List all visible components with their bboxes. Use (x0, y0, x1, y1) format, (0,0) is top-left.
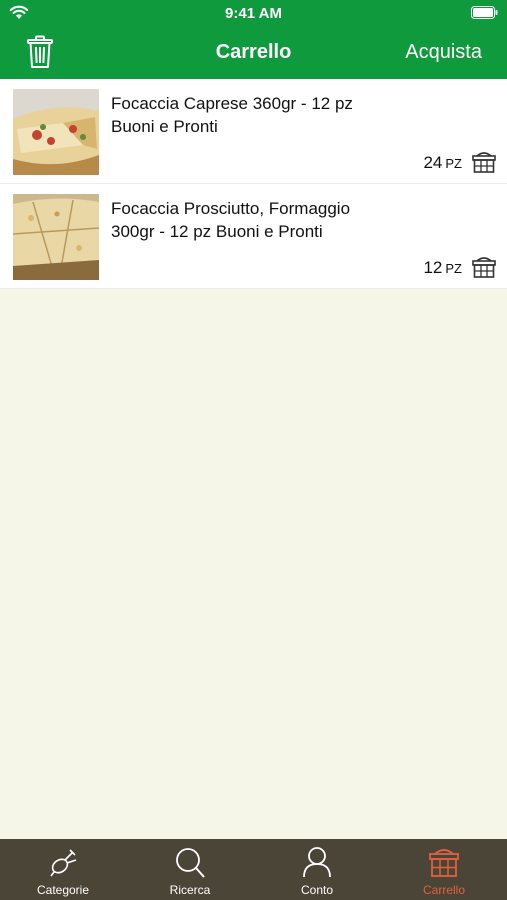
tab-label: Categorie (36, 883, 90, 897)
product-name: Focaccia Caprese 360gr - 12 pz Buoni e P… (111, 94, 353, 136)
cart-item[interactable]: Focaccia Caprese 360gr - 12 pz Buoni e P… (0, 79, 507, 184)
product-image (13, 89, 99, 175)
tab-ricerca[interactable]: Ricerca (127, 839, 253, 900)
product-name: Focaccia Prosciutto, Formaggio 300gr - 1… (111, 199, 351, 241)
tab-carrello[interactable]: Carrello (381, 839, 507, 900)
tab-categorie[interactable]: Categorie (0, 839, 126, 900)
quantity-value: 12 (423, 258, 443, 277)
quantity-unit: PZ (445, 156, 462, 171)
tab-label: Ricerca (169, 883, 211, 897)
user-icon (303, 847, 331, 878)
tab-label: Carrello (422, 883, 465, 897)
header: 9:41 AM Carrello Acquista (0, 0, 507, 79)
quantity: 24 PZ (423, 153, 462, 173)
cart-list: Focaccia Caprese 360gr - 12 pz Buoni e P… (0, 79, 507, 289)
quantity: 12 PZ (423, 258, 462, 278)
cart-item[interactable]: Focaccia Prosciutto, Formaggio 300gr - 1… (0, 184, 507, 289)
quantity-unit: PZ (445, 261, 462, 276)
food-icon (50, 849, 77, 877)
status-time: 9:41 AM (225, 5, 282, 22)
buy-button[interactable]: Acquista (405, 41, 482, 64)
basket-icon[interactable] (472, 151, 496, 173)
basket-icon (429, 849, 459, 877)
battery-icon (471, 6, 498, 19)
quantity-value: 24 (423, 153, 443, 172)
product-image (13, 194, 99, 280)
tab-bar: Categorie Ricerca Conto Carrello (0, 839, 507, 900)
navigation-bar: Carrello Acquista (0, 26, 507, 79)
tab-label: Conto (300, 883, 334, 897)
status-bar: 9:41 AM (0, 0, 507, 26)
search-icon (176, 848, 205, 878)
tab-conto[interactable]: Conto (254, 839, 380, 900)
basket-icon[interactable] (472, 256, 496, 278)
